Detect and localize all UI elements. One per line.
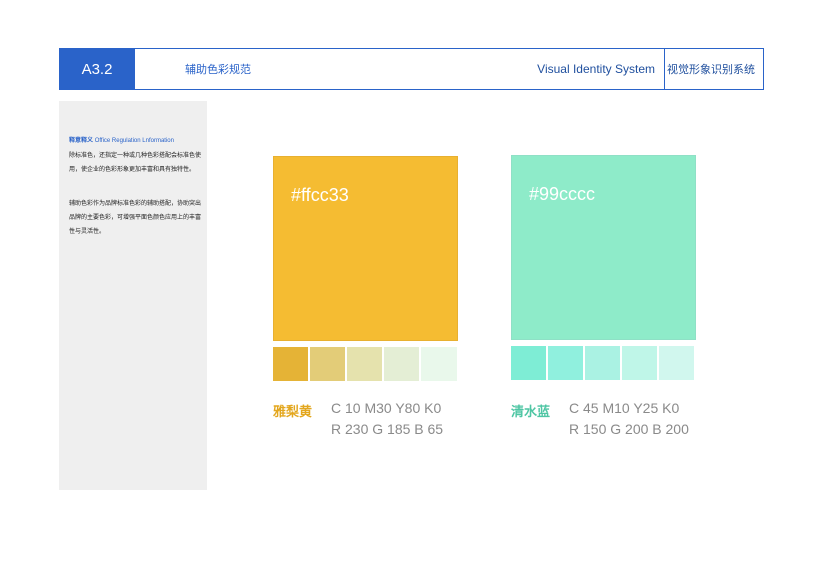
tint-chip [421, 347, 457, 381]
color-swatch-yellow: #ffcc33 [273, 156, 458, 341]
tint-chip [585, 346, 620, 380]
hex-code: #99cccc [529, 184, 596, 204]
section-code: A3.2 [59, 48, 135, 90]
color-values: C 10 M30 Y80 K0 R 230 G 185 B 65 [331, 398, 443, 440]
cmyk-values: C 45 M10 Y25 K0 [569, 400, 680, 416]
tint-chip [310, 347, 345, 381]
color-swatch-teal: #99cccc [511, 155, 696, 340]
sidebar-heading: 释意释义 Office Regulation Lnformation [69, 135, 174, 144]
tint-chip [511, 346, 546, 380]
header-divider [664, 49, 665, 89]
tint-chip [659, 346, 694, 380]
sidebar-paragraph: 辅助色彩作为品牌标准色彩的辅助搭配，协助突出品牌的主要色彩，可增强平面色颜色应用… [69, 201, 202, 235]
cmyk-values: C 10 M30 Y80 K0 [331, 400, 442, 416]
color-name: 雅梨黄 [273, 404, 313, 419]
color-values: C 45 M10 Y25 K0 R 150 G 200 B 200 [569, 398, 689, 440]
color-name: 清水蓝 [511, 404, 551, 419]
system-title-cn: 视觉形象识别系统 [667, 64, 755, 76]
section-title: 辅助色彩规范 [185, 64, 251, 76]
info-sidebar: 释意释义 Office Regulation Lnformation 除标准色，… [59, 101, 207, 490]
tint-chip [548, 346, 583, 380]
sidebar-heading-cn: 释意释义 [69, 138, 94, 144]
tint-chip [273, 347, 308, 381]
tint-chip [384, 347, 419, 381]
sidebar-heading-en: Office Regulation Lnformation [94, 138, 174, 144]
sidebar-paragraph: 除标准色，还指定一种或几种色彩搭配会标准色使用，使企业的色彩形象更加丰富和具有独… [69, 153, 202, 173]
rgb-values: R 230 G 185 B 65 [331, 421, 444, 437]
hex-code: #ffcc33 [291, 185, 349, 205]
tint-chip [622, 346, 657, 380]
rgb-values: R 150 G 200 B 200 [569, 421, 689, 437]
system-title-en: Visual Identity System [537, 62, 655, 76]
tint-chip [347, 347, 382, 381]
page-header: A3.2 辅助色彩规范 Visual Identity System 视觉形象识… [59, 48, 764, 90]
